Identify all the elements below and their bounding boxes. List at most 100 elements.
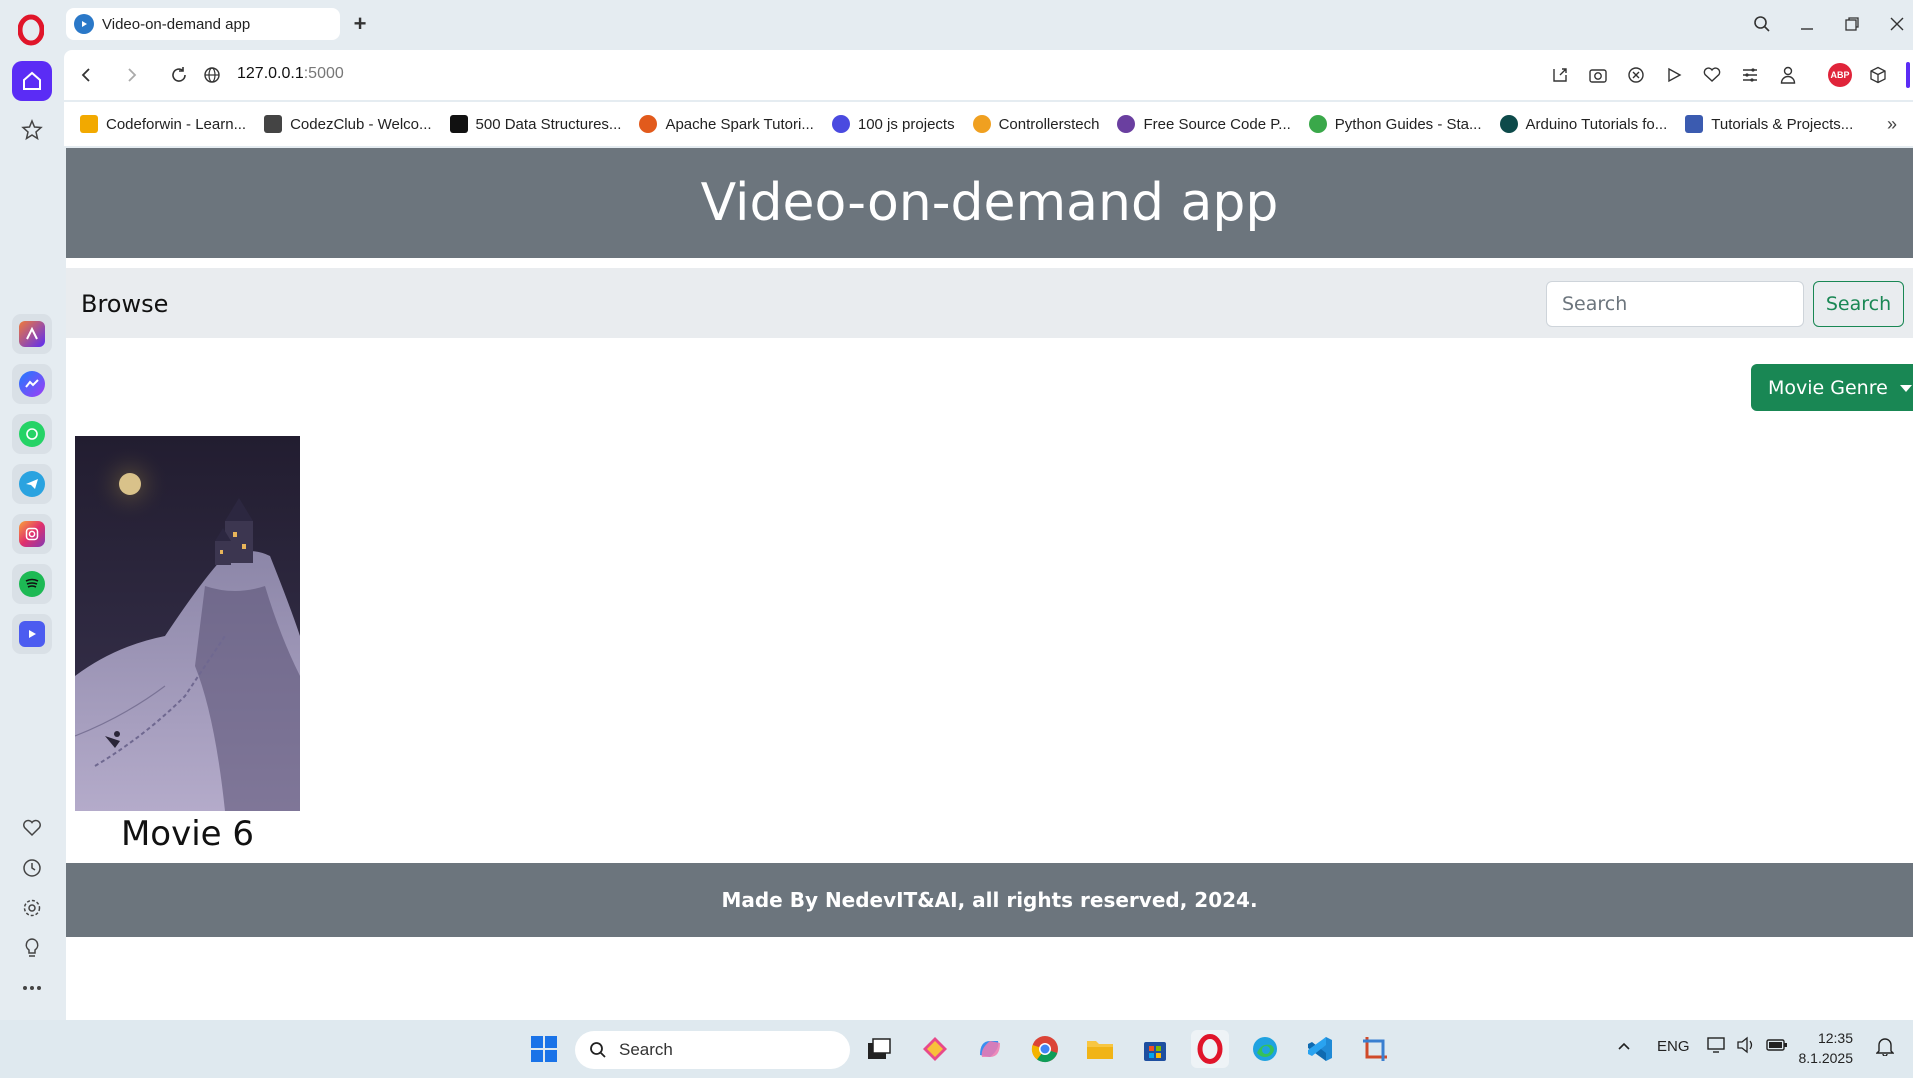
- more-dots-icon[interactable]: [19, 975, 45, 1001]
- instagram-icon[interactable]: [12, 514, 52, 554]
- back-arrow-icon[interactable]: [74, 63, 98, 87]
- reload-icon[interactable]: [167, 63, 191, 87]
- battery-icon[interactable]: [1766, 1036, 1788, 1058]
- bookmark-favicon-icon: [1117, 115, 1136, 133]
- chrome-icon[interactable]: [1026, 1030, 1064, 1068]
- tab-video-on-demand[interactable]: Video-on-demand app: [66, 8, 340, 40]
- network-monitor-icon[interactable]: [1707, 1036, 1727, 1058]
- browser-search-icon[interactable]: [1747, 10, 1777, 38]
- microsoft-store-icon[interactable]: [1136, 1030, 1174, 1068]
- easy-setup-icon[interactable]: [1738, 63, 1762, 87]
- task-view-icon[interactable]: [860, 1030, 898, 1068]
- caret-down-icon: [1899, 384, 1912, 392]
- page-viewport: Video-on-demand app Browse Search Movie …: [66, 148, 1913, 1020]
- home-icon[interactable]: [12, 61, 52, 101]
- genre-button-label: Movie Genre: [1768, 376, 1888, 399]
- clock-date: 8.1.2025: [1798, 1050, 1854, 1066]
- movie-card[interactable]: Movie 6: [75, 436, 300, 854]
- notification-bell-icon[interactable]: [1875, 1036, 1895, 1060]
- search-button[interactable]: Search: [1813, 281, 1904, 327]
- url-port: :5000: [303, 65, 344, 82]
- taskbar-search-label: Search: [619, 1040, 673, 1059]
- bookmark-label: Codeforwin - Learn...: [106, 115, 247, 133]
- bookmark-item[interactable]: Controllerstech: [972, 115, 1099, 133]
- file-explorer-icon[interactable]: [1081, 1030, 1119, 1068]
- site-info-globe-icon[interactable]: [200, 63, 224, 87]
- sidebar-accent-bar: [1906, 62, 1910, 88]
- lightbulb-icon[interactable]: [19, 935, 45, 961]
- bookmark-favicon-icon: [639, 115, 658, 133]
- spotify-icon[interactable]: [12, 564, 52, 604]
- messenger-icon[interactable]: [12, 364, 52, 404]
- bookmark-favicon-icon: [1499, 115, 1518, 133]
- search-input[interactable]: [1546, 281, 1804, 327]
- bookmark-item[interactable]: Arduino Tutorials fo...: [1499, 115, 1668, 133]
- aria-ai-icon[interactable]: [12, 314, 52, 354]
- speed-dial-star-icon[interactable]: [12, 110, 52, 150]
- bookmark-item[interactable]: Codeforwin - Learn...: [80, 115, 246, 133]
- vscode-icon[interactable]: [1301, 1030, 1339, 1068]
- more-bookmarks-chevron-icon[interactable]: »: [1887, 114, 1897, 135]
- close-window-icon[interactable]: [1882, 10, 1912, 38]
- tab-strip: Video-on-demand app +: [64, 0, 1913, 48]
- app-diamond-icon[interactable]: [916, 1030, 954, 1068]
- tracker-blocker-icon[interactable]: [1624, 63, 1648, 87]
- profile-user-icon[interactable]: [1776, 63, 1800, 87]
- player-play-icon[interactable]: [1662, 63, 1686, 87]
- whatsapp-icon[interactable]: [12, 414, 52, 454]
- windows-start-icon[interactable]: [525, 1030, 563, 1068]
- restore-icon[interactable]: [1837, 10, 1867, 38]
- snapshot-camera-icon[interactable]: [1586, 63, 1610, 87]
- snipping-tool-icon[interactable]: [1356, 1030, 1394, 1068]
- footer-text: Made By NedevIT&AI, all rights reserved,…: [721, 888, 1258, 912]
- favorites-heart-icon[interactable]: [1700, 63, 1724, 87]
- taskbar-search-box[interactable]: Search: [575, 1031, 850, 1069]
- url-field[interactable]: 127.0.0.1:5000: [237, 65, 344, 83]
- send-page-icon[interactable]: [1548, 63, 1572, 87]
- bookmark-item[interactable]: 500 Data Structures...: [449, 115, 622, 133]
- heart-icon[interactable]: [19, 815, 45, 841]
- bookmark-item[interactable]: Free Source Code P...: [1117, 115, 1291, 133]
- bookmark-item[interactable]: Tutorials & Projects...: [1685, 115, 1853, 133]
- bookmark-item[interactable]: CodezClub - Welco...: [264, 115, 432, 133]
- tab-title: Video-on-demand app: [102, 15, 251, 33]
- copilot-icon[interactable]: [971, 1030, 1009, 1068]
- system-clock[interactable]: 12:35 8.1.2025: [1799, 1028, 1854, 1068]
- language-indicator[interactable]: ENG: [1657, 1038, 1690, 1055]
- bookmark-label: Free Source Code P...: [1143, 115, 1291, 133]
- new-tab-button[interactable]: +: [348, 11, 372, 36]
- movie-title[interactable]: Movie 6: [75, 814, 300, 854]
- bookmark-label: CodezClub - Welco...: [290, 115, 432, 133]
- player-icon[interactable]: [12, 614, 52, 654]
- movie-poster[interactable]: [75, 436, 300, 811]
- bookmark-label: Python Guides - Sta...: [1334, 115, 1482, 133]
- settings-gear-icon[interactable]: [19, 895, 45, 921]
- history-clock-icon[interactable]: [19, 855, 45, 881]
- bookmark-favicon-icon: [1685, 115, 1704, 133]
- show-hidden-icons-chevron-icon[interactable]: [1617, 1038, 1631, 1055]
- opera-taskbar-icon[interactable]: [1191, 1030, 1229, 1068]
- minimize-icon[interactable]: [1792, 10, 1822, 38]
- bookmark-favicon-icon: [972, 115, 991, 133]
- address-bar-row: 127.0.0.1:5000 ABP: [64, 50, 1913, 100]
- edge-icon[interactable]: [1246, 1030, 1284, 1068]
- telegram-icon[interactable]: [12, 464, 52, 504]
- bookmark-label: Arduino Tutorials fo...: [1525, 115, 1668, 133]
- bookmark-label: 500 Data Structures...: [475, 115, 622, 133]
- movie-genre-dropdown[interactable]: Movie Genre: [1751, 364, 1913, 411]
- bookmark-label: Tutorials & Projects...: [1711, 115, 1854, 133]
- volume-speaker-icon[interactable]: [1736, 1036, 1756, 1058]
- bookmark-favicon-icon: [831, 115, 850, 133]
- bookmark-favicon-icon: [449, 115, 468, 133]
- bookmarks-bar: Codeforwin - Learn... CodezClub - Welco.…: [64, 102, 1913, 146]
- bookmark-item[interactable]: Python Guides - Sta...: [1308, 115, 1482, 133]
- opera-logo-icon[interactable]: [17, 14, 45, 46]
- adblock-plus-icon[interactable]: ABP: [1828, 63, 1852, 87]
- extensions-cube-icon[interactable]: [1866, 63, 1890, 87]
- nav-brand-browse[interactable]: Browse: [81, 290, 168, 318]
- forward-arrow-icon[interactable]: [120, 63, 144, 87]
- page-title: Video-on-demand app: [700, 173, 1279, 233]
- bookmark-item[interactable]: 100 js projects: [831, 115, 955, 133]
- bookmark-item[interactable]: Apache Spark Tutori...: [639, 115, 814, 133]
- opera-sidebar: [0, 0, 64, 1020]
